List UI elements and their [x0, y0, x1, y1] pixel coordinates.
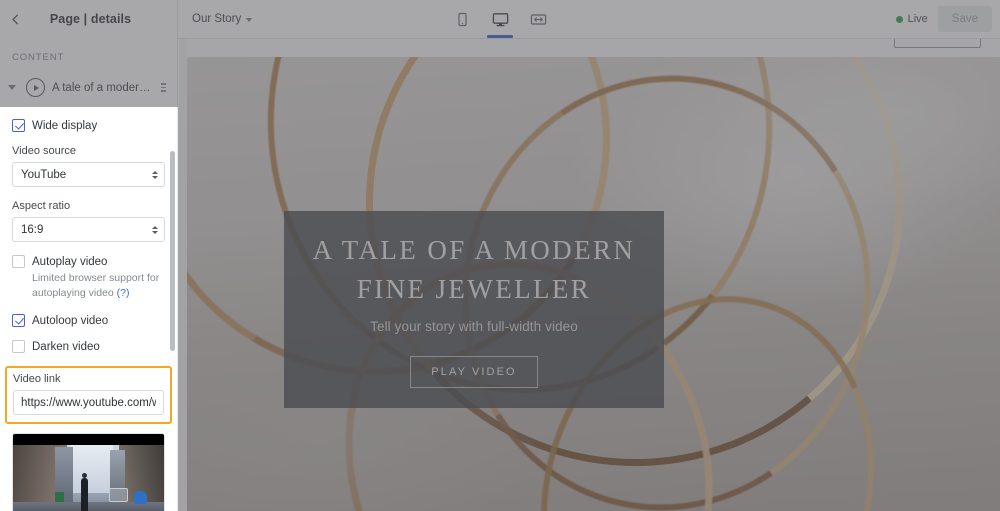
preview-page-chrome: [187, 38, 1000, 58]
save-button[interactable]: Save: [937, 6, 992, 32]
top-bar-left: Page | details: [0, 0, 178, 38]
desktop-icon: [492, 12, 508, 26]
drag-handle-icon[interactable]: [159, 83, 168, 92]
preview-canvas: A TALE OF A MODERN FINE JEWELLER Tell yo…: [179, 38, 1000, 511]
hero-section: A TALE OF A MODERN FINE JEWELLER Tell yo…: [187, 57, 1000, 511]
device-mobile-button[interactable]: [448, 0, 476, 38]
sidebar-scrollbar-track[interactable]: [170, 151, 175, 507]
video-thumbnail-card[interactable]: White/Space: Modern Fine: [12, 433, 165, 511]
page-title: Page | details: [49, 12, 132, 26]
device-desktop-button[interactable]: [486, 0, 514, 38]
play-video-button[interactable]: PLAY VIDEO: [410, 355, 538, 388]
hero-title-line-2: FINE JEWELLER: [356, 273, 592, 304]
video-link-input[interactable]: [13, 390, 164, 416]
content-item-twisty[interactable]: [5, 85, 19, 90]
live-status-label: Live: [907, 13, 928, 25]
app-window: Page | details Our Story Live Save CONTE…: [0, 0, 1000, 511]
preview-partial-button[interactable]: [894, 38, 981, 48]
top-bar-right: Live Save: [895, 0, 1000, 38]
story-dropdown-label: Our Story: [192, 13, 242, 25]
wide-display-label: Wide display: [32, 119, 98, 132]
chevron-down-icon: [8, 85, 16, 90]
video-link-label: Video link: [13, 373, 61, 386]
wide-display-checkbox[interactable]: [12, 119, 25, 132]
story-dropdown[interactable]: Our Story: [192, 13, 253, 25]
darken-checkbox-row[interactable]: Darken video: [12, 340, 165, 354]
sidebar-section-label: CONTENT: [12, 52, 65, 63]
video-link-highlight: Video link: [5, 366, 172, 425]
top-bar-middle: Our Story: [178, 0, 253, 38]
autoloop-checkbox-row[interactable]: Autoloop video: [12, 314, 165, 328]
chevron-left-icon: [11, 14, 18, 24]
video-thumbnail-image: [13, 434, 164, 511]
autoplay-label: Autoplay video: [32, 255, 108, 268]
chevron-down-icon: [246, 18, 253, 22]
sidebar-scrollbar-thumb[interactable]: [170, 151, 175, 351]
video-source-field: Video source YouTube: [12, 145, 165, 187]
back-button[interactable]: [0, 0, 30, 38]
aspect-ratio-select[interactable]: 16:9: [12, 217, 165, 242]
video-settings-panel: Wide display Video source YouTube Aspect…: [0, 107, 178, 511]
autoloop-field: Autoloop video: [12, 314, 165, 328]
live-status-dot: [895, 15, 903, 23]
video-source-label: Video source: [12, 145, 77, 157]
autoplay-checkbox-row[interactable]: Autoplay video: [12, 255, 165, 268]
mobile-icon: [457, 12, 467, 26]
play-circle-icon: [26, 78, 45, 97]
autoplay-field: Autoplay video Limited browser support f…: [12, 255, 165, 301]
autoplay-checkbox[interactable]: [12, 255, 25, 268]
sidebar-content-item[interactable]: A tale of a modern ...: [0, 72, 177, 103]
hero-title-line-1: A TALE OF A MODERN: [312, 235, 636, 266]
content-item-label: A tale of a modern ...: [52, 81, 152, 94]
device-fullwidth-button[interactable]: [524, 0, 552, 38]
darken-checkbox[interactable]: [12, 340, 25, 354]
autoloop-label: Autoloop video: [32, 314, 109, 327]
video-source-select[interactable]: YouTube: [12, 162, 165, 187]
live-status[interactable]: Live: [895, 13, 928, 25]
darken-label: Darken video: [32, 340, 100, 353]
hero-overlay-card: A TALE OF A MODERN FINE JEWELLER Tell yo…: [284, 211, 664, 408]
video-source-select-wrap: YouTube: [12, 162, 165, 187]
wide-display-field: Wide display: [12, 119, 165, 132]
autoloop-checkbox[interactable]: [12, 314, 25, 328]
aspect-ratio-field: Aspect ratio 16:9: [12, 200, 165, 242]
aspect-ratio-select-wrap: 16:9: [12, 217, 165, 242]
autoplay-help-text: Limited browser support for autoplaying …: [32, 271, 165, 301]
aspect-ratio-label: Aspect ratio: [12, 200, 71, 212]
top-bar: Page | details Our Story Live Save: [0, 0, 1000, 39]
darken-field: Darken video: [12, 340, 165, 354]
hero-title: A TALE OF A MODERN FINE JEWELLER: [313, 231, 636, 308]
alley-photo: [13, 445, 164, 511]
autoplay-help-copy: Limited browser support for autoplaying …: [32, 272, 160, 300]
fullwidth-icon: [530, 13, 546, 25]
autoplay-help-link[interactable]: (?): [117, 287, 130, 299]
wide-display-checkbox-row[interactable]: Wide display: [12, 119, 165, 132]
hero-subtitle: Tell your story with full-width video: [370, 318, 578, 334]
device-preview-switcher: [448, 0, 552, 38]
